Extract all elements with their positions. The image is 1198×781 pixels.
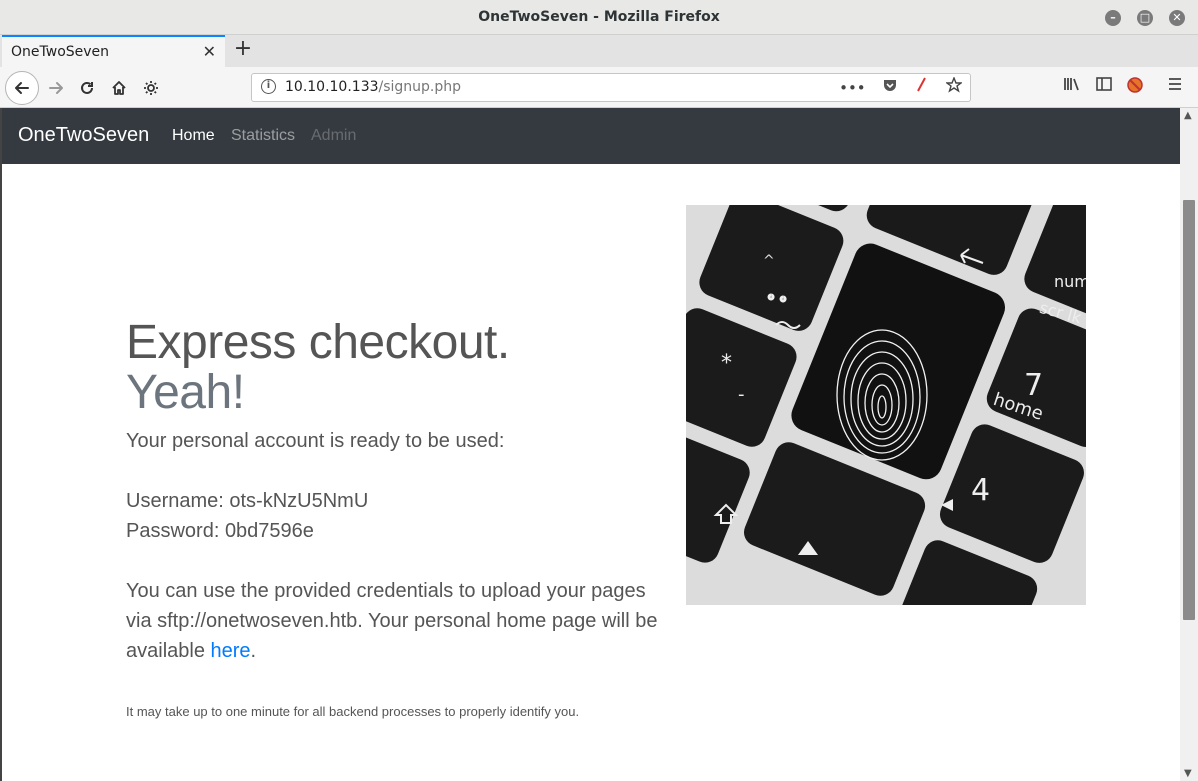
ready-text: Your personal account is ready to be use… (126, 430, 505, 452)
browser-toolbar: i 10.10.10.133/signup.php ••• (0, 67, 1198, 108)
password-value: 0bd7596e (224, 520, 314, 542)
home-button[interactable] (104, 73, 134, 103)
key-label-four: 4 (971, 473, 990, 508)
username-label: Username: (126, 490, 224, 512)
key-label-num: num (1054, 272, 1086, 291)
tab-title: OneTwoSeven (11, 44, 110, 60)
page-scrollbar[interactable]: ▲ ▼ (1180, 108, 1198, 781)
site-brand[interactable]: OneTwoSeven (18, 124, 149, 147)
tab-onetwoseven[interactable]: OneTwoSeven ✕ (2, 35, 225, 67)
forward-button[interactable] (41, 73, 71, 103)
new-tab-button[interactable]: + (232, 35, 254, 65)
minimize-icon[interactable]: – (1105, 10, 1121, 26)
gear-icon (144, 81, 158, 95)
maximize-icon[interactable]: □ (1137, 10, 1153, 26)
url-bar[interactable]: i 10.10.10.133/signup.php ••• (251, 73, 971, 102)
keyboard-illustration: ^ * - 7 home 4 num scr lk (686, 205, 1086, 605)
password-label: Password: (126, 520, 220, 542)
heading-line-2: Yeah! (126, 366, 245, 419)
username-line: Username: ots-kNzU5NmU (126, 486, 666, 516)
tab-close-icon[interactable]: ✕ (203, 42, 216, 61)
close-window-icon[interactable]: ✕ (1169, 10, 1185, 26)
site-navbar: OneTwoSeven Home Statistics Admin (2, 108, 1180, 164)
back-arrow-icon (15, 82, 29, 94)
home-icon (112, 81, 126, 95)
nav-link-admin: Admin (311, 127, 357, 144)
tab-bar: OneTwoSeven ✕ (0, 35, 1198, 67)
home-page-link[interactable]: here (211, 640, 251, 662)
addon-icon[interactable] (1126, 76, 1144, 98)
site-info-icon[interactable]: i (261, 79, 276, 94)
title-bar: OneTwoSeven - Mozilla Firefox – □ ✕ (0, 0, 1198, 35)
backend-note: It may take up to one minute for all bac… (126, 704, 580, 719)
pocket-icon[interactable] (882, 77, 898, 97)
nav-link-home[interactable]: Home (172, 127, 215, 145)
key-label-asterisk: * (721, 351, 732, 376)
back-button[interactable] (5, 71, 39, 105)
page-actions-icon[interactable]: ••• (839, 79, 866, 97)
browser-window: OneTwoSeven - Mozilla Firefox – □ ✕ OneT… (0, 0, 1198, 781)
forward-arrow-icon (49, 82, 63, 94)
info-paragraph: You can use the provided credentials to … (126, 576, 666, 666)
heading-line-1: Express checkout. (126, 316, 510, 369)
scroll-down-icon[interactable]: ▼ (1184, 768, 1192, 779)
page-action-icons: ••• (827, 76, 964, 97)
info-text: You can use the provided credentials to … (126, 580, 658, 662)
bookmark-star-icon[interactable] (944, 76, 964, 97)
fingerprint-keyboard-image: ^ * - 7 home 4 num scr lk (686, 205, 1086, 605)
url-path: /signup.php (378, 79, 462, 95)
url-host: 10.10.10.133 (285, 79, 379, 95)
key-label-minus: - (738, 384, 745, 405)
page-viewport: OneTwoSeven Home Statistics Admin Expres… (0, 108, 1180, 781)
menu-icon[interactable] (1166, 76, 1184, 96)
sidebar-icon[interactable] (1095, 76, 1113, 96)
window-title: OneTwoSeven - Mozilla Firefox (478, 9, 720, 25)
info-end: . (250, 640, 257, 662)
password-line: Password: 0bd7596e (126, 516, 666, 546)
scroll-up-icon[interactable]: ▲ (1184, 110, 1192, 121)
nav-link-statistics[interactable]: Statistics (231, 127, 295, 145)
pen-icon[interactable] (915, 77, 929, 97)
reload-button[interactable] (72, 73, 102, 103)
reload-icon (81, 81, 93, 94)
scroll-thumb[interactable] (1183, 200, 1195, 620)
page-heading: Express checkout. Yeah! (126, 318, 666, 418)
key-label-caret: ^ (763, 253, 775, 269)
settings-button[interactable] (136, 73, 166, 103)
signup-confirmation: Express checkout. Yeah! Your personal ac… (126, 318, 666, 720)
username-value: ots-kNzU5NmU (229, 490, 369, 512)
library-icon[interactable] (1063, 76, 1081, 96)
url-text[interactable]: 10.10.10.133/signup.php (285, 79, 461, 95)
